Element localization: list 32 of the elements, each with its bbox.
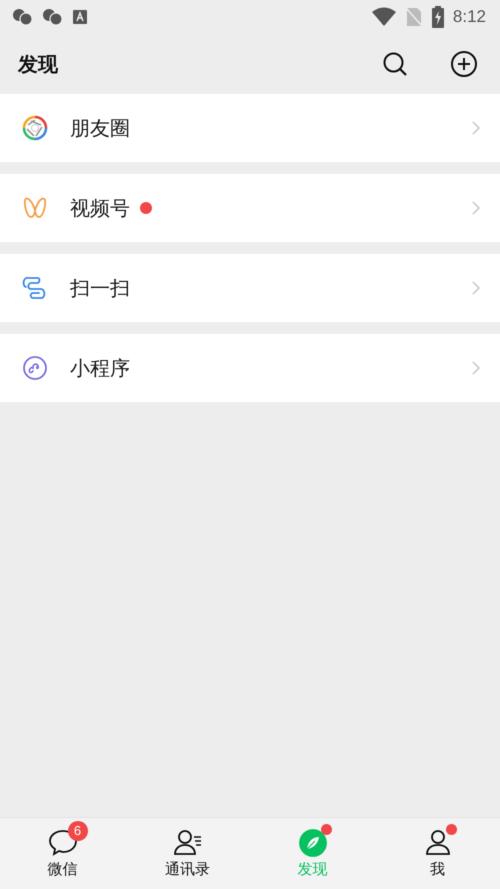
menu-item[interactable]: 小程序 [0, 334, 500, 402]
butterfly-icon [22, 195, 48, 221]
link-circle-icon [22, 355, 48, 381]
compass-leaf-icon [298, 828, 328, 858]
menu-item[interactable]: 朋友圈 [0, 94, 500, 162]
menu-item[interactable]: 扫一扫 [0, 254, 500, 322]
item-label: 扫一扫 [70, 274, 130, 302]
tab[interactable]: 我 [375, 818, 500, 889]
item-label: 朋友圈 [70, 114, 130, 142]
item-label: 视频号 [70, 194, 130, 222]
chevron-icon [472, 281, 480, 295]
scan-icon [22, 275, 48, 301]
add-icon[interactable] [450, 50, 478, 78]
chevron-icon [472, 121, 480, 135]
unread-badge: 6 [68, 821, 88, 841]
search-icon[interactable] [382, 51, 408, 77]
battery-charging-icon [430, 6, 445, 28]
chevron-icon [472, 201, 480, 215]
aperture-icon [22, 115, 48, 141]
chat-app-icon [42, 7, 64, 27]
keyboard-app-icon [72, 9, 88, 25]
tab[interactable]: 6 微信 [0, 818, 125, 889]
item-label: 小程序 [70, 354, 130, 382]
status-time: 8:12 [452, 7, 486, 27]
menu-item[interactable]: 视频号 [0, 174, 500, 242]
wifi-icon [370, 7, 397, 27]
chevron-icon [472, 361, 480, 375]
chat-app-icon [12, 7, 34, 27]
contacts-icon [172, 828, 202, 858]
page-title: 发现 [18, 50, 58, 78]
tab[interactable]: 通讯录 [125, 818, 250, 889]
no-sim-icon [404, 7, 423, 27]
